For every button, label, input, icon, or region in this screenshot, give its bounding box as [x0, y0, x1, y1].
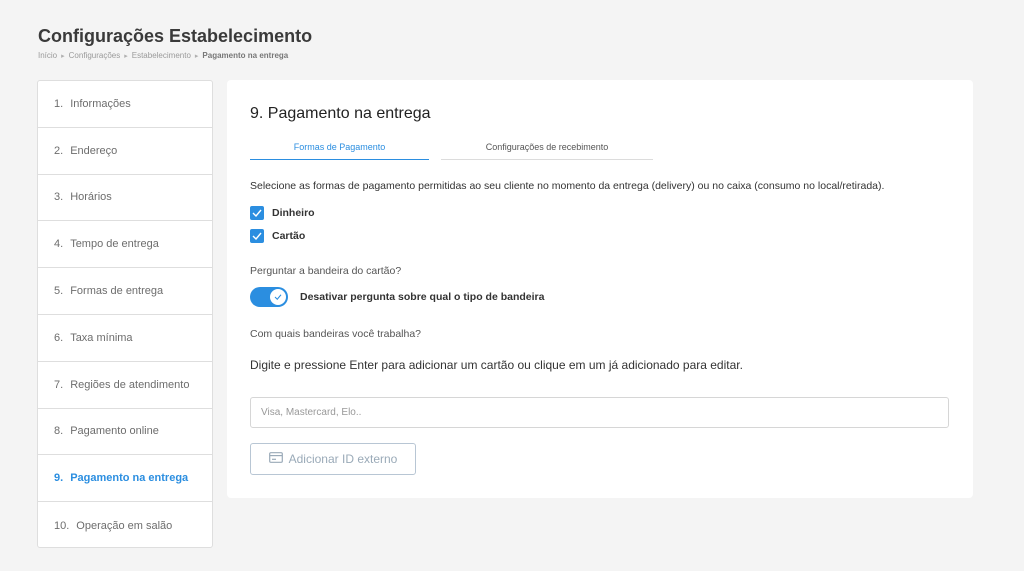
sidebar-item-label: Pagamento na entrega [70, 472, 189, 485]
sidebar-item-endereco[interactable]: 2. Endereço [38, 128, 212, 175]
tab-formas-de-pagamento[interactable]: Formas de Pagamento [250, 140, 429, 160]
checkbox-label: Dinheiro [272, 207, 315, 219]
check-icon[interactable] [250, 229, 264, 243]
sidebar-item-label: Operação em salão [76, 519, 173, 532]
sidebar-item-label: Horários [70, 191, 112, 204]
breadcrumb: Início ▸ Configurações ▸ Estabelecimento… [38, 51, 288, 60]
brand-question-toggle-row: Desativar pergunta sobre qual o tipo de … [250, 287, 544, 307]
check-icon[interactable] [250, 206, 264, 220]
sidebar-item-horarios[interactable]: 3. Horários [38, 175, 212, 222]
breadcrumb-separator-icon: ▸ [124, 52, 128, 60]
sidebar-item-regioes-de-atendimento[interactable]: 7. Regiões de atendimento [38, 362, 212, 409]
breadcrumb-estabelecimento[interactable]: Estabelecimento [132, 51, 191, 60]
sidebar-item-number: 6. [54, 331, 64, 344]
sidebar-item-informacoes[interactable]: 1. Informações [38, 81, 212, 128]
sidebar-item-label: Formas de entrega [70, 285, 164, 298]
check-icon [270, 289, 286, 305]
sidebar-item-number: 9. [54, 472, 64, 485]
breadcrumb-configuracoes[interactable]: Configurações [69, 51, 121, 60]
sidebar-item-number: 4. [54, 238, 64, 251]
sidebar-item-number: 5. [54, 285, 64, 298]
sidebar-item-number: 3. [54, 191, 64, 204]
sidebar-item-pagamento-online[interactable]: 8. Pagamento online [38, 409, 212, 456]
sidebar-item-taxa-minima[interactable]: 6. Taxa mínima [38, 315, 212, 362]
sidebar-item-operacao-em-salao[interactable]: 10. Operação em salão [38, 502, 212, 547]
sidebar-item-label: Regiões de atendimento [70, 378, 190, 391]
sidebar: 1. Informações 2. Endereço 3. Horários 4. Te… [37, 80, 213, 548]
checkbox-cartao[interactable]: Cartão [250, 229, 305, 243]
breadcrumb-separator-icon: ▸ [194, 52, 199, 60]
breadcrumb-current: Pagamento na entrega [202, 51, 289, 60]
checkbox-label: Cartão [272, 230, 306, 242]
sidebar-item-label: Endereço [70, 144, 118, 157]
sidebar-item-number: 1. [54, 97, 64, 110]
tab-configuracoes-de-recebimento[interactable]: Configurações de recebimento [441, 140, 653, 160]
sidebar-item-number: 10. [54, 519, 70, 532]
brands-question: Com quais bandeiras você trabalha? [250, 328, 422, 340]
sidebar-item-pagamento-na-entrega[interactable]: 9. Pagamento na entrega [38, 455, 212, 503]
breadcrumb-home[interactable]: Início [38, 51, 57, 60]
brand-question-toggle[interactable] [250, 287, 288, 307]
brand-instruction: Digite e pressione Enter para adicionar … [250, 358, 743, 372]
sidebar-item-label: Taxa mínima [70, 331, 133, 344]
toggle-label: Desativar pergunta sobre qual o tipo de … [300, 291, 545, 303]
sidebar-item-label: Tempo de entrega [70, 238, 159, 251]
sidebar-item-tempo-de-entrega[interactable]: 4. Tempo de entrega [38, 221, 212, 269]
sidebar-item-number: 7. [54, 378, 64, 391]
main-card: 9. Pagamento na entrega Formas de Pagame… [227, 80, 973, 498]
ask-brand-question: Perguntar a bandeira do cartão? [250, 265, 402, 277]
add-external-id-button[interactable]: Adicionar ID externo [250, 443, 416, 475]
checkbox-dinheiro[interactable]: Dinheiro [250, 206, 315, 220]
sidebar-item-number: 2. [54, 144, 64, 157]
breadcrumb-separator-icon: ▸ [61, 52, 65, 60]
add-external-id-label: Adicionar ID externo [288, 452, 398, 466]
page-title: Configurações Estabelecimento [38, 26, 313, 46]
sidebar-item-label: Pagamento online [70, 425, 159, 438]
brand-input[interactable] [250, 397, 949, 428]
sidebar-item-number: 8. [54, 425, 64, 438]
sidebar-item-label: Informações [70, 97, 131, 110]
card-icon [268, 452, 283, 466]
section-description: Selecione as formas de pagamento permiti… [250, 180, 885, 192]
section-title: 9. Pagamento na entrega [250, 105, 431, 122]
sidebar-item-formas-de-entrega[interactable]: 5. Formas de entrega [38, 268, 212, 315]
